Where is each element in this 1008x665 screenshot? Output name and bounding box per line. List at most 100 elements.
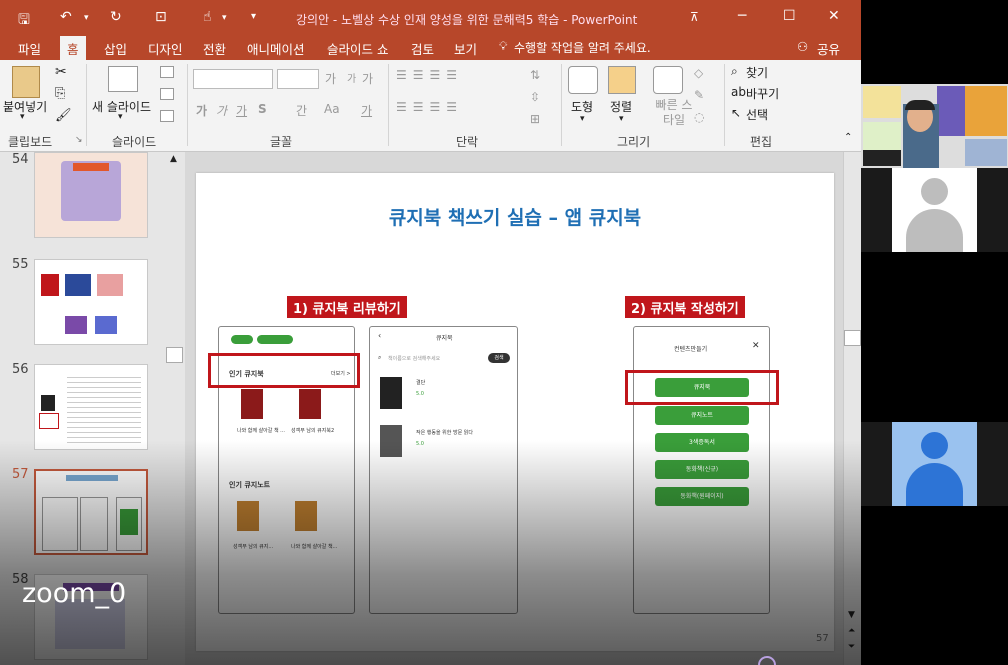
arrange-dropdown-icon[interactable]: ▾	[619, 114, 624, 124]
font-color-button[interactable]: 가	[361, 102, 372, 119]
bullets-icon[interactable]: ☰☰☰☰	[396, 68, 463, 82]
text-direction-icon[interactable]: ⇅	[530, 68, 540, 82]
replace-icon[interactable]: ab	[731, 85, 746, 99]
clear-format-button[interactable]: 가	[362, 70, 373, 87]
phone-screenshot-search: ‹ 큐지북 ⌕ 책이름으로 검색해주세요 검색 결단 5.0 작은 행동을 위한…	[369, 326, 518, 614]
shrink-font-button[interactable]: 가	[347, 70, 356, 85]
slide-thumbnail[interactable]	[34, 259, 148, 345]
shapes-icon[interactable]	[568, 66, 598, 94]
font-name-combobox[interactable]	[193, 69, 273, 89]
paste-dropdown-icon[interactable]: ▾	[20, 112, 25, 122]
close-icon[interactable]: ✕	[828, 8, 840, 24]
find-icon[interactable]: ⌕	[731, 64, 738, 79]
share-icon[interactable]: ⚇	[795, 39, 810, 54]
copy-icon[interactable]: ⎘	[55, 86, 65, 101]
shape-fill-icon[interactable]: ◇	[694, 66, 703, 80]
quick-styles-button[interactable]: 빠른 스타일	[654, 98, 694, 128]
arrange-button[interactable]: 정렬	[610, 98, 632, 115]
search-placeholder: 책이름으로 검색해주세요	[388, 356, 441, 362]
scroll-thumb[interactable]	[844, 330, 861, 346]
select-button[interactable]: 선택	[746, 106, 768, 123]
char-spacing-button[interactable]: 간	[296, 102, 307, 119]
video-tile-participant[interactable]	[861, 422, 1008, 506]
shape-outline-icon[interactable]: ✎	[694, 88, 704, 102]
customize-icon[interactable]: ▾	[251, 11, 256, 22]
new-slide-dropdown-icon[interactable]: ▾	[118, 112, 123, 122]
save-icon[interactable]: 🖫	[18, 9, 30, 33]
thumb-number: 55	[12, 257, 29, 272]
tab-review[interactable]: 검토	[409, 39, 436, 58]
layout-icon[interactable]	[160, 66, 174, 78]
create-option-button: 동화책(원페이지)	[655, 487, 749, 506]
group-font-label: 글꼴	[270, 135, 293, 149]
group-slides-label: 슬라이드	[112, 135, 157, 149]
italic-button[interactable]: 가	[216, 102, 227, 119]
paste-icon[interactable]	[12, 66, 40, 98]
font-size-combobox[interactable]	[277, 69, 319, 89]
tab-view[interactable]: 보기	[452, 39, 479, 58]
thumbnail-scrollbar[interactable]: ▲	[166, 152, 184, 665]
touch-dropdown-icon[interactable]: ▾	[222, 13, 227, 23]
collapse-ribbon-icon[interactable]: ⌃	[844, 132, 852, 143]
scroll-up-icon[interactable]: ▲	[170, 154, 177, 164]
undo-dropdown-icon[interactable]: ▾	[84, 13, 89, 23]
paste-button[interactable]: 붙여넣기	[3, 98, 47, 115]
format-painter-icon[interactable]: 🖌︎	[55, 108, 72, 123]
tab-transitions[interactable]: 전환	[201, 39, 228, 58]
shapes-dropdown-icon[interactable]: ▾	[580, 114, 585, 124]
dialog-launcher-icon[interactable]: ↘	[75, 135, 83, 145]
scroll-thumb[interactable]	[166, 347, 183, 363]
ribbon-tabs: 파일 홈 삽입 디자인 전환 애니메이션 슬라이드 쇼 검토 보기 💡︎ 수행할…	[0, 36, 861, 60]
slide-scrollbar[interactable]: ▼ ⏶ ⏷	[843, 152, 861, 665]
minimize-icon[interactable]: ─	[738, 8, 746, 24]
tab-file[interactable]: 파일	[16, 39, 43, 58]
video-tile-participant[interactable]	[861, 168, 1008, 252]
slide-thumbnail[interactable]	[34, 364, 148, 450]
quick-styles-icon[interactable]	[653, 66, 683, 94]
grow-font-button[interactable]: 가	[325, 70, 336, 87]
video-tile-speaker[interactable]	[861, 84, 1008, 168]
bold-button[interactable]: 가	[196, 102, 207, 119]
tab-animations[interactable]: 애니메이션	[245, 39, 307, 58]
reset-icon[interactable]	[160, 88, 174, 100]
underline-button[interactable]: 가	[236, 102, 247, 119]
scroll-down-icon[interactable]: ▼	[848, 610, 855, 620]
shape-effects-icon[interactable]: ◌	[694, 110, 704, 124]
shadow-button[interactable]: S	[258, 102, 267, 116]
smartart-icon[interactable]: ⊞	[530, 112, 540, 126]
next-slide-icon[interactable]: ⏷	[848, 642, 855, 652]
tell-me-input[interactable]: 수행할 작업을 알려 주세요.	[512, 39, 653, 56]
present-icon[interactable]: ⊡	[155, 9, 167, 25]
cut-icon[interactable]: ✂	[55, 64, 67, 80]
undo-icon[interactable]: ↶	[60, 9, 72, 25]
rating: 5.0	[416, 391, 424, 397]
shapes-button[interactable]: 도형	[571, 98, 593, 115]
tab-insert[interactable]: 삽입	[102, 39, 129, 58]
book-title: 나와 함께 살아갈 책 ...	[237, 428, 285, 434]
select-icon[interactable]: ↖	[731, 106, 741, 120]
share-button[interactable]: 공유	[815, 39, 842, 58]
maximize-icon[interactable]: ☐	[783, 8, 796, 24]
replace-button[interactable]: 바꾸기	[746, 85, 779, 102]
new-slide-icon[interactable]	[108, 66, 138, 92]
redo-icon[interactable]: ↻	[110, 9, 122, 25]
slide-title: 큐지북 책쓰기 실습 – 앱 큐지북	[388, 207, 642, 229]
ribbon: 붙여넣기 ▾ ✂ ⎘ 🖌︎ 클립보드 ↘ 새 슬라이드 ▾ 슬라이드 가 가 가…	[0, 60, 861, 152]
ribbon-display-icon[interactable]: ⊼	[690, 10, 699, 24]
align-text-icon[interactable]: ⇳	[530, 90, 540, 104]
arrange-icon[interactable]	[608, 66, 636, 94]
find-button[interactable]: 찾기	[746, 64, 768, 81]
slide-thumbnail[interactable]	[34, 152, 148, 238]
tab-design[interactable]: 디자인	[146, 39, 185, 58]
avatar-icon	[892, 422, 977, 506]
align-icon[interactable]: ☰☰☰☰	[396, 100, 463, 114]
change-case-button[interactable]: Aa	[324, 102, 340, 116]
slide[interactable]: 큐지북 책쓰기 실습 – 앱 큐지북 1) 큐지북 리뷰하기 2) 큐지북 작성…	[196, 173, 834, 651]
back-icon: ‹	[378, 331, 382, 340]
section-icon[interactable]	[160, 110, 174, 122]
tab-slideshow[interactable]: 슬라이드 쇼	[325, 39, 390, 58]
touch-icon[interactable]: ☝	[203, 9, 212, 25]
prev-slide-icon[interactable]: ⏶	[848, 626, 855, 636]
tab-home[interactable]: 홈	[60, 36, 86, 60]
slide-thumbnail-selected[interactable]	[34, 469, 148, 555]
